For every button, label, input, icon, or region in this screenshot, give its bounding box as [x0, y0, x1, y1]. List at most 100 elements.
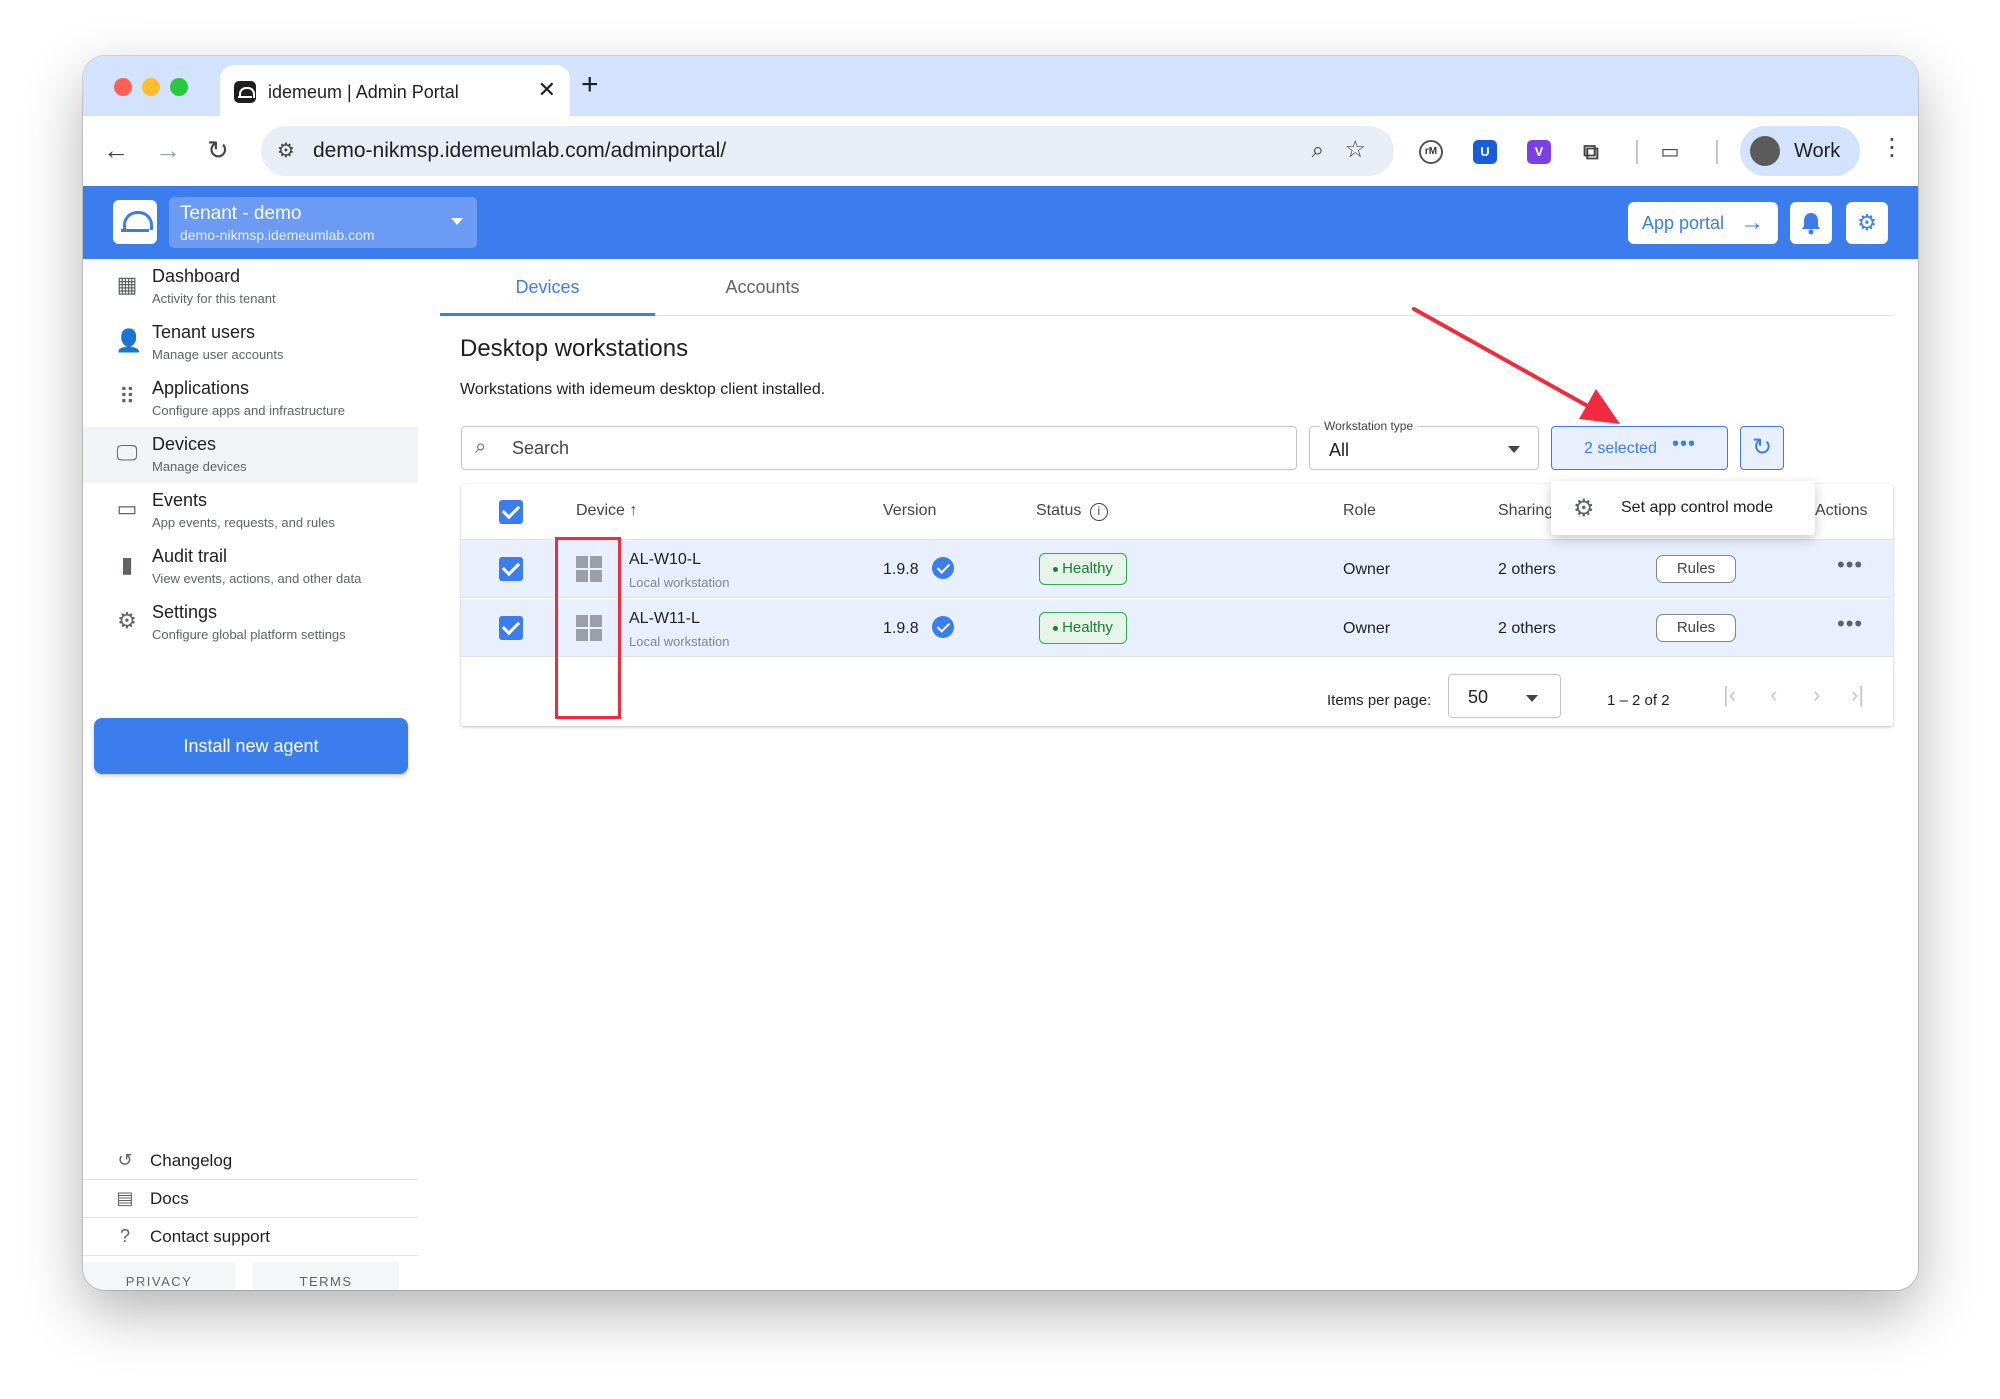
sidebar-item-applications[interactable]: ⠿ Applications Configure apps and infras…	[83, 371, 418, 427]
items-per-page-value: 50	[1468, 687, 1489, 707]
page-description: Workstations with idemeum desktop client…	[460, 381, 826, 398]
contact-support-link[interactable]: ? Contact support	[83, 1218, 418, 1256]
close-window-button[interactable]	[114, 78, 132, 96]
profile-button[interactable]: Work	[1740, 126, 1860, 176]
browser-toolbar: ← → ↻ ⚙ demo-nikmsp.idemeumlab.com/admin…	[83, 116, 1918, 186]
url-text: demo-nikmsp.idemeumlab.com/adminportal/	[313, 139, 727, 162]
docs-link[interactable]: ▤ Docs	[83, 1180, 418, 1218]
privacy-link[interactable]: PRIVACY	[83, 1262, 235, 1290]
idemeum-logo-icon[interactable]	[113, 200, 157, 244]
tab-accounts[interactable]: Accounts	[655, 273, 870, 316]
terms-link[interactable]: TERMS	[253, 1262, 399, 1290]
sidebar-item-dashboard[interactable]: ▦ Dashboard Activity for this tenant	[83, 259, 418, 315]
search-field[interactable]: ⌕	[461, 426, 1297, 470]
forward-icon[interactable]: →	[155, 136, 181, 164]
history-icon: ↺	[117, 1150, 133, 1170]
install-new-agent-button[interactable]: Install new agent	[94, 718, 408, 774]
menu-item-set-app-control-mode[interactable]: Set app control mode	[1621, 499, 1773, 517]
reload-icon[interactable]: ↻	[207, 136, 229, 164]
site-settings-icon[interactable]: ⚙	[277, 138, 295, 163]
workstation-type-value: All	[1329, 440, 1350, 460]
zoom-icon[interactable]: ⌕	[1312, 137, 1324, 163]
sidebar-item-tenant-users[interactable]: 👤 Tenant users Manage user accounts	[83, 315, 418, 371]
sidebar-item-audit-trail[interactable]: ▮ Audit trail View events, actions, and …	[83, 539, 418, 595]
selected-count-label: 2 selected	[1584, 440, 1657, 457]
back-icon[interactable]: ←	[103, 136, 129, 164]
arrow-right-icon: →	[1740, 209, 1764, 236]
device-name[interactable]: AL-W11-L	[629, 610, 700, 628]
sidebar-item-events[interactable]: ▭ Events App events, requests, and rules	[83, 483, 418, 539]
row-checkbox[interactable]	[499, 616, 523, 640]
tenant-selector[interactable]: Tenant - demo demo-nikmsp.idemeumlab.com	[169, 197, 477, 248]
v-extension-icon[interactable]: V	[1527, 140, 1551, 164]
sidebar-item-devices[interactable]: 🖵 Devices Manage devices	[83, 427, 418, 483]
previous-page-icon[interactable]: ‹	[1770, 682, 1777, 708]
device-name[interactable]: AL-W10-L	[629, 551, 701, 569]
row-more-icon[interactable]: •••	[1837, 552, 1863, 578]
changelog-link[interactable]: ↺ Changelog	[83, 1142, 418, 1180]
table-row[interactable]: AL-W11-L Local workstation 1.9.8 Healthy…	[461, 599, 1893, 657]
caret-down-icon	[1508, 446, 1520, 453]
device-role: Owner	[1343, 561, 1391, 578]
browser-menu-icon[interactable]: ⋮	[1880, 136, 1904, 160]
sidebar-item-title: Settings	[152, 602, 218, 622]
bulk-actions-button[interactable]: 2 selected •••	[1551, 426, 1728, 470]
maximize-window-button[interactable]	[170, 78, 188, 96]
sidebar: ▦ Dashboard Activity for this tenant 👤 T…	[83, 259, 418, 1290]
more-horizontal-icon: •••	[1672, 433, 1697, 455]
workstation-type-label: Workstation type	[1320, 419, 1418, 433]
idemeum-favicon-icon	[234, 81, 256, 103]
device-sharing[interactable]: 2 others	[1498, 620, 1556, 638]
next-page-icon[interactable]: ›	[1813, 682, 1820, 708]
settings-gear-icon[interactable]: ⚙	[1846, 202, 1888, 244]
rules-button[interactable]: Rules	[1656, 614, 1736, 642]
info-icon[interactable]: i	[1089, 503, 1108, 521]
sidebar-item-title: Devices	[152, 434, 217, 454]
caret-down-icon	[451, 218, 463, 225]
new-tab-button[interactable]: +	[581, 70, 599, 100]
bar-chart-icon: ▮	[120, 552, 134, 577]
address-bar[interactable]: ⚙ demo-nikmsp.idemeumlab.com/adminportal…	[261, 126, 1394, 176]
device-version: 1.9.8	[883, 620, 919, 637]
minimize-window-button[interactable]	[142, 78, 160, 96]
remarkable-extension-icon[interactable]: rM	[1419, 140, 1443, 164]
gear-icon: ⚙	[1573, 495, 1595, 522]
search-input[interactable]	[512, 435, 1272, 461]
tab-search-icon[interactable]: ▭	[1658, 140, 1682, 164]
sidebar-item-subtitle: Activity for this tenant	[152, 291, 276, 306]
column-header-status: Status i	[1036, 502, 1108, 521]
footer-link-label: Contact support	[150, 1227, 271, 1246]
notifications-bell-icon[interactable]	[1790, 202, 1832, 244]
workstation-type-select[interactable]: Workstation type All	[1309, 419, 1539, 470]
bitwarden-extension-icon[interactable]: U	[1473, 140, 1497, 164]
refresh-button[interactable]: ↻	[1740, 426, 1784, 470]
close-tab-icon[interactable]: ✕	[538, 78, 556, 102]
column-header-device[interactable]: Device ↑	[576, 502, 637, 520]
bookmark-star-icon[interactable]: ☆	[1344, 135, 1366, 164]
row-more-icon[interactable]: •••	[1837, 611, 1863, 637]
status-label: Healthy	[1062, 619, 1113, 636]
tenant-domain: demo-nikmsp.idemeumlab.com	[180, 227, 375, 243]
bulk-actions-menu: ⚙ Set app control mode	[1551, 481, 1815, 535]
sidebar-item-settings[interactable]: ⚙ Settings Configure global platform set…	[83, 595, 418, 651]
column-header-version: Version	[883, 502, 937, 519]
person-icon: 👤	[115, 328, 143, 353]
tab-devices[interactable]: Devices	[440, 273, 655, 316]
last-page-icon[interactable]: ›|	[1851, 682, 1864, 708]
app-portal-button[interactable]: App portal →	[1628, 202, 1778, 244]
device-sharing[interactable]: 2 others	[1498, 561, 1556, 579]
tab-title: idemeum | Admin Portal	[268, 82, 459, 102]
footer-link-label: Changelog	[150, 1151, 233, 1170]
sidebar-item-title: Tenant users	[152, 322, 256, 342]
extensions-puzzle-icon[interactable]: ⧉	[1579, 140, 1603, 164]
tab-strip: idemeum | Admin Portal ✕ +	[83, 56, 1918, 116]
table-row[interactable]: AL-W10-L Local workstation 1.9.8 Healthy…	[461, 540, 1893, 598]
first-page-icon[interactable]: |‹	[1723, 682, 1736, 708]
row-checkbox[interactable]	[499, 557, 523, 581]
browser-tab[interactable]: idemeum | Admin Portal ✕	[220, 65, 570, 116]
monitor-icon: 🖵	[116, 440, 138, 465]
profile-label: Work	[1794, 140, 1841, 162]
items-per-page-select[interactable]: 50	[1448, 674, 1561, 718]
rules-button[interactable]: Rules	[1656, 555, 1736, 583]
select-all-checkbox[interactable]	[499, 500, 523, 524]
